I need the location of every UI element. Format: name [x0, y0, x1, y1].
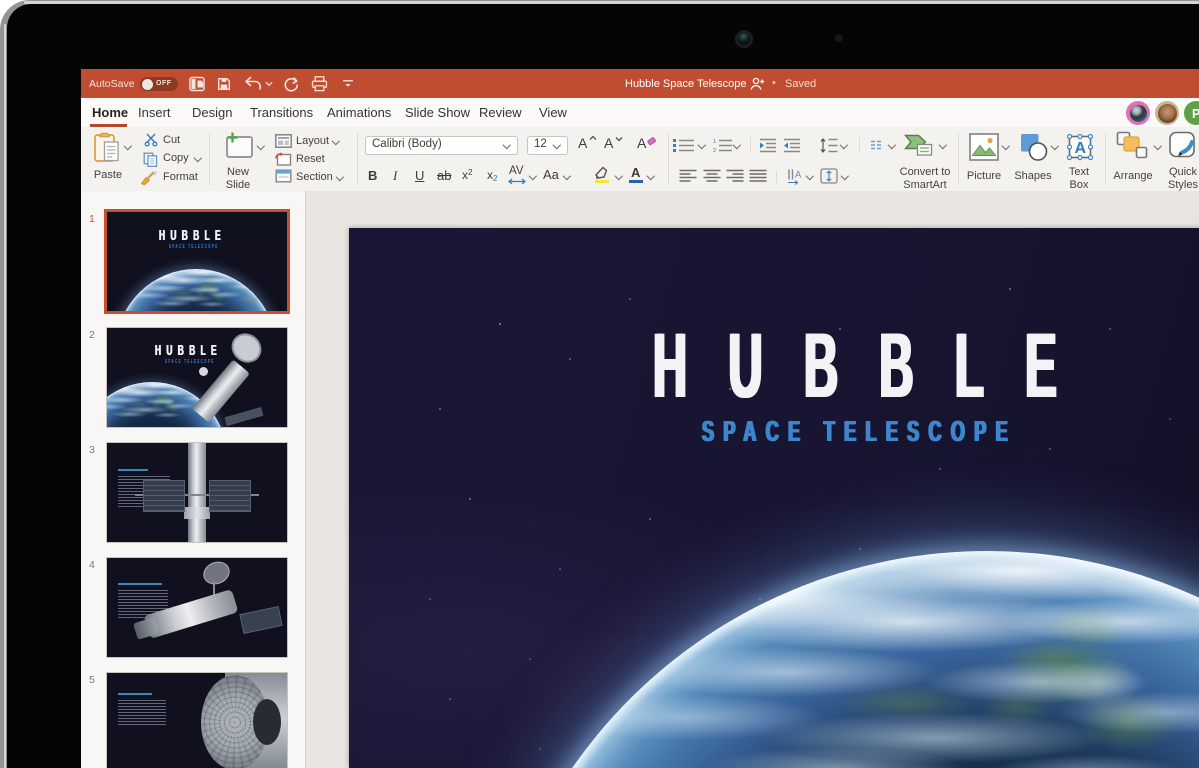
svg-text:1: 1 [713, 139, 716, 145]
svg-text:A: A [795, 170, 802, 181]
svg-text:P: P [1192, 107, 1199, 121]
svg-text:2: 2 [713, 148, 716, 153]
svg-text:A: A [1075, 140, 1087, 157]
